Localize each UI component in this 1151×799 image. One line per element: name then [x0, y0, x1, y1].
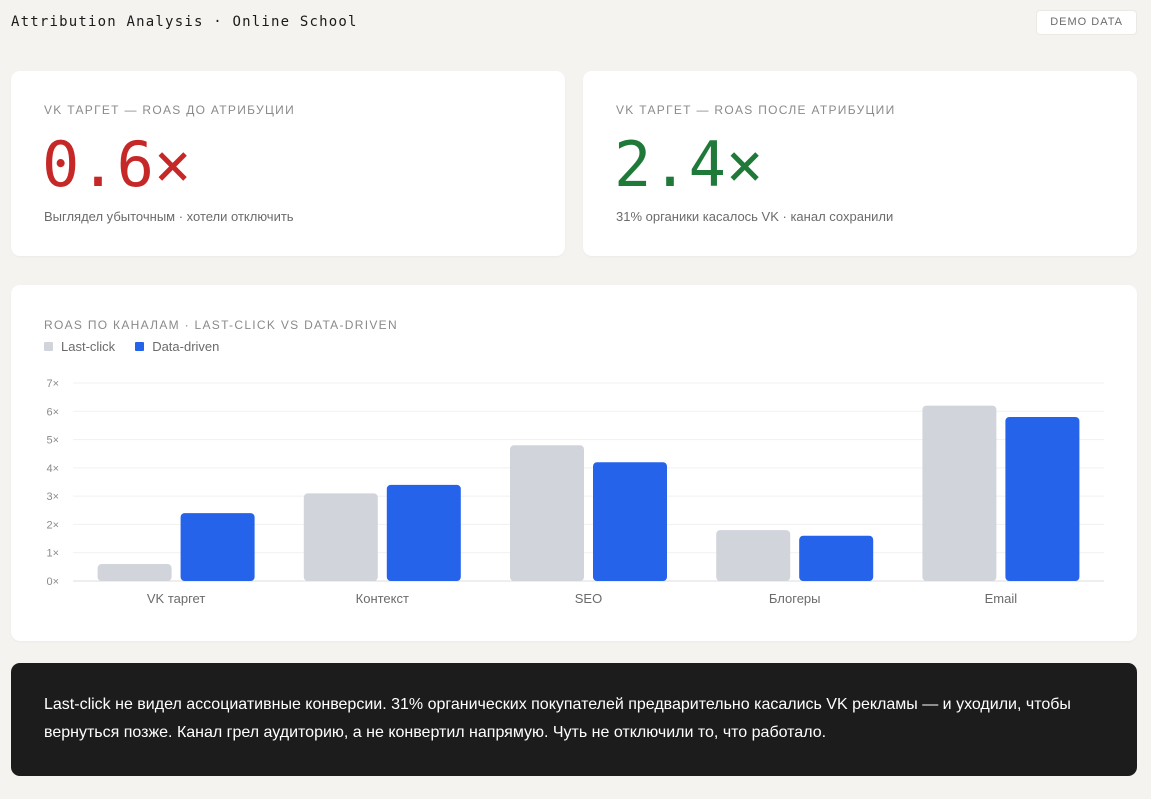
kpi-value-after: 2.4×: [614, 128, 764, 201]
kpi-note-before: Выглядел убыточным · хотели отключить: [44, 209, 294, 224]
x-tick-label: VK таргет: [147, 591, 205, 606]
bar-data-driven: [593, 462, 667, 581]
demo-data-badge: DEMO DATA: [1036, 10, 1137, 35]
kpi-label-after: VK таргет — ROAS после атрибуции: [616, 103, 896, 117]
bar-data-driven: [799, 535, 874, 581]
kpi-value-before: 0.6×: [42, 128, 192, 201]
y-tick-label: 5×: [46, 435, 59, 447]
legend-swatch-data-driven: [135, 342, 145, 351]
chart-title: ROAS по каналам · Last-click vs Data-dri…: [44, 318, 398, 332]
y-tick-label: 3×: [46, 491, 59, 503]
bar-data-driven: [1005, 416, 1080, 581]
legend-item-data-driven[interactable]: Data-driven: [135, 339, 219, 354]
header: Attribution Analysis · Online School DEM…: [11, 0, 1137, 46]
legend-swatch-last-click: [44, 342, 53, 351]
kpi-note-after: 31% органики касалось VK · канал сохрани…: [616, 209, 894, 224]
roas-chart-card: 0× 1× 2× 3× 4× 5× 6× 7× VK таргет Контекст SEO Блог…: [11, 285, 1137, 641]
insight-panel: Last-click не видел ассоциативные конвер…: [11, 663, 1137, 776]
kpi-label-before: VK таргет — ROAS до атрибуции: [44, 103, 295, 117]
bar-last-click: [97, 564, 172, 581]
kpi-card-after: VK таргет — ROAS после атрибуции 2.4× 31…: [583, 71, 1137, 256]
legend-label-last-click: Last-click: [61, 339, 116, 354]
y-tick-label: 2×: [46, 519, 59, 531]
x-tick-label: Блогеры: [769, 591, 821, 606]
y-tick-label: 6×: [46, 406, 59, 418]
bar-last-click: [510, 445, 584, 581]
y-tick-label: 0×: [46, 576, 59, 588]
bar-last-click: [716, 530, 791, 581]
y-tick-label: 7×: [46, 378, 59, 390]
x-tick-label: Email: [985, 591, 1018, 606]
app-title: Attribution Analysis · Online School: [11, 14, 358, 30]
kpi-card-before: VK таргет — ROAS до атрибуции 0.6× Выгля…: [11, 71, 565, 256]
legend-item-last-click[interactable]: Last-click: [44, 339, 115, 354]
insight-text: Last-click не видел ассоциативные конвер…: [44, 696, 1071, 741]
bar-data-driven: [386, 484, 461, 581]
legend-label-data-driven: Data-driven: [152, 339, 220, 354]
dashboard-page: Attribution Analysis · Online School DEM…: [0, 0, 1151, 799]
x-tick-label: SEO: [575, 591, 602, 606]
x-tick-label: Контекст: [356, 591, 409, 606]
bar-data-driven: [180, 513, 255, 581]
y-tick-label: 1×: [46, 548, 59, 560]
y-tick-label: 4×: [46, 463, 59, 475]
bar-last-click: [922, 405, 997, 581]
bar-last-click: [303, 493, 378, 581]
chart-legend: Last-click Data-driven: [44, 339, 219, 354]
